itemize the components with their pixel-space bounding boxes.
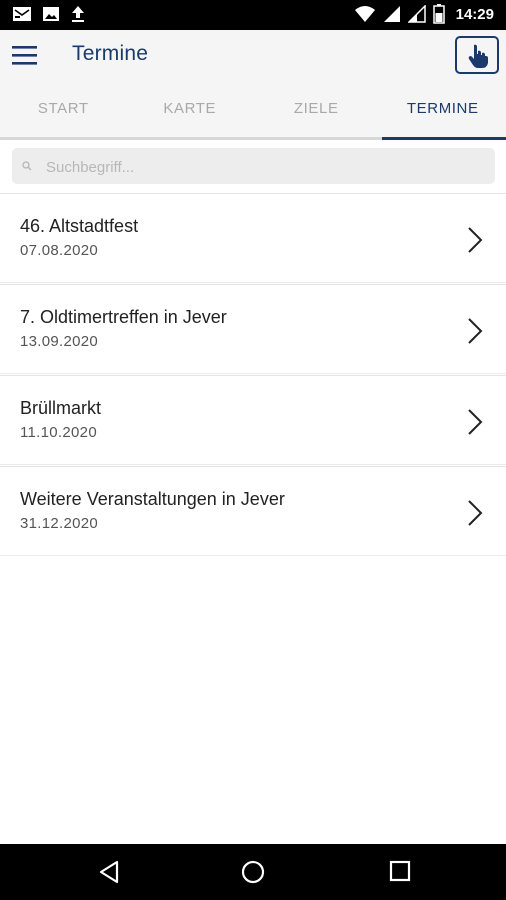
list-item[interactable]: Weitere Veranstaltungen in Jever 31.12.2… [0,466,506,556]
list-item[interactable]: 46. Altstadtfest 07.08.2020 [0,193,506,283]
wifi-icon [354,6,375,22]
event-date: 07.08.2020 [20,242,99,259]
home-icon[interactable] [241,860,265,884]
event-title: 7. Oldtimertreffen in Jever [20,307,227,327]
app-bar: Termine [0,30,506,80]
chevron-right-icon [468,318,483,344]
tab-bar: START KARTE ZIELE TERMINE [0,80,506,140]
notification-icon [13,7,31,21]
chevron-right-icon [468,227,483,253]
page-title: Termine [72,42,149,65]
status-bar: 14:29 [0,0,506,30]
status-system: 14:29 [354,4,494,24]
event-date: 13.09.2020 [20,333,99,350]
status-time: 14:29 [455,5,494,23]
battery-icon [432,4,445,24]
list-item[interactable]: Brüllmarkt 11.10.2020 [0,375,506,465]
search-icon [22,161,32,171]
event-list: 46. Altstadtfest 07.08.2020 7. Oldtimert… [0,193,506,556]
event-title: Brüllmarkt [20,398,102,418]
tab-start[interactable]: START [0,80,127,137]
hamburger-menu-icon[interactable] [12,44,38,66]
image-icon [43,7,59,21]
event-date: 11.10.2020 [20,424,97,441]
search-bar [12,148,495,186]
chevron-right-icon [468,500,483,526]
search-input[interactable] [44,148,488,186]
status-notifications [12,5,86,23]
event-title: Weitere Veranstaltungen in Jever [20,489,285,509]
recents-icon[interactable] [389,860,411,882]
hand-pointer-icon [468,44,488,68]
tab-termine[interactable]: TERMINE [380,80,506,140]
signal-icon [407,5,426,23]
event-title: 46. Altstadtfest [20,216,139,236]
hand-pointer-button[interactable] [455,36,499,74]
signal-icon [383,6,400,22]
system-nav-bar [0,844,506,900]
back-icon[interactable] [98,860,120,884]
event-date: 31.12.2020 [20,515,99,532]
tab-ziele[interactable]: ZIELE [253,80,380,137]
tab-karte[interactable]: KARTE [127,80,254,137]
upload-icon [72,6,84,22]
chevron-right-icon [468,409,483,435]
list-item[interactable]: 7. Oldtimertreffen in Jever 13.09.2020 [0,284,506,374]
